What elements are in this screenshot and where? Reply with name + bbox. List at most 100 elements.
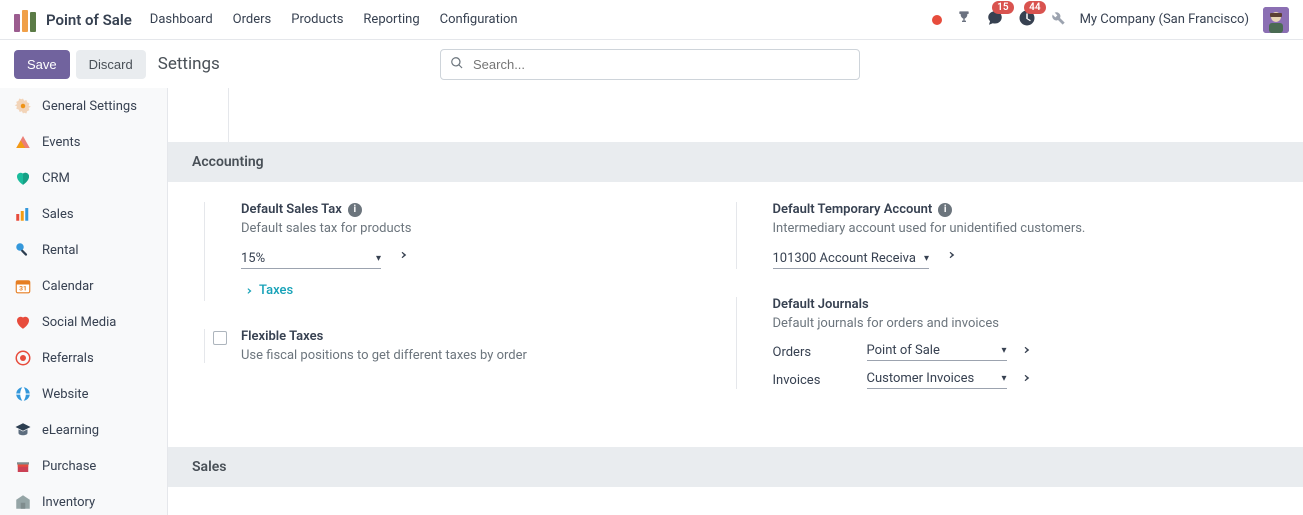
setting-title-text: Flexible Taxes — [241, 329, 323, 344]
external-link-icon[interactable] — [942, 251, 956, 266]
sidebar-item-sales[interactable]: Sales — [0, 196, 167, 232]
sidebar-item-elearning[interactable]: eLearning — [0, 412, 167, 448]
sidebar-item-social-media[interactable]: Social Media — [0, 304, 167, 340]
sidebar-item-website[interactable]: Website — [0, 376, 167, 412]
crm-icon — [14, 169, 32, 187]
section-header-accounting: Accounting — [168, 142, 1303, 182]
app-name[interactable]: Point of Sale — [46, 11, 132, 29]
caret-down-icon: ▾ — [376, 253, 381, 264]
menu-orders[interactable]: Orders — [233, 12, 272, 27]
company-selector[interactable]: My Company (San Francisco) — [1080, 12, 1249, 27]
caret-down-icon: ▾ — [1001, 345, 1006, 356]
settings-content[interactable]: Accounting Default Sales Tax i Default s… — [168, 88, 1303, 515]
info-icon[interactable]: i — [938, 203, 952, 217]
sidebar-item-events[interactable]: Events — [0, 124, 167, 160]
sidebar-item-label: Referrals — [42, 351, 94, 366]
elearning-icon — [14, 421, 32, 439]
setting-desc: Default sales tax for products — [241, 221, 716, 236]
setting-title-text: Default Sales Tax — [241, 202, 342, 217]
search-icon — [450, 56, 464, 74]
setting-desc: Intermediary account used for unidentifi… — [773, 221, 1260, 236]
tools-icon[interactable] — [1050, 10, 1066, 30]
search-container — [440, 49, 860, 80]
menu-reporting[interactable]: Reporting — [363, 12, 419, 27]
link-label: Taxes — [259, 283, 293, 298]
orders-label: Orders — [773, 345, 867, 360]
user-avatar[interactable] — [1263, 7, 1289, 33]
action-bar: Save Discard Settings — [0, 40, 1303, 88]
sidebar-item-label: Purchase — [42, 459, 96, 474]
orders-journal-select[interactable]: Point of Sale ▾ — [867, 343, 1007, 361]
invoices-label: Invoices — [773, 373, 867, 388]
sidebar-item-crm[interactable]: CRM — [0, 160, 167, 196]
sidebar-item-label: Social Media — [42, 315, 116, 330]
top-menu: Dashboard Orders Products Reporting Conf… — [150, 12, 518, 27]
default-sales-tax-select[interactable]: 15% ▾ — [241, 251, 381, 269]
referrals-icon — [14, 349, 32, 367]
messages-badge: 15 — [992, 1, 1013, 14]
select-value: Customer Invoices — [867, 371, 975, 386]
taxes-link[interactable]: Taxes — [241, 283, 293, 298]
menu-configuration[interactable]: Configuration — [440, 12, 518, 27]
sidebar-item-label: Sales — [42, 207, 74, 222]
setting-desc: Default journals for orders and invoices — [773, 316, 1260, 331]
external-link-icon[interactable] — [1017, 343, 1031, 361]
menu-products[interactable]: Products — [291, 12, 343, 27]
setting-title-text: Default Journals — [773, 297, 869, 312]
sidebar-item-label: Inventory — [42, 495, 95, 510]
default-temp-account-select[interactable]: 101300 Account Receiva ▾ — [773, 251, 929, 269]
save-button[interactable]: Save — [14, 50, 70, 79]
calendar-icon: 31 — [14, 277, 32, 295]
setting-default-journals: Default Journals Default journals for or… — [736, 297, 1280, 389]
sidebar-item-calendar[interactable]: 31 Calendar — [0, 268, 167, 304]
sidebar-item-inventory[interactable]: Inventory — [0, 484, 167, 515]
sidebar-item-label: Events — [42, 135, 80, 150]
sidebar-item-rental[interactable]: Rental — [0, 232, 167, 268]
menu-dashboard[interactable]: Dashboard — [150, 12, 213, 27]
app-logo-icon[interactable] — [14, 8, 38, 32]
sidebar-item-referrals[interactable]: Referrals — [0, 340, 167, 376]
phone-icon[interactable] — [956, 10, 972, 30]
discard-button[interactable]: Discard — [76, 50, 146, 79]
purchase-icon — [14, 457, 32, 475]
external-link-icon[interactable] — [394, 251, 408, 266]
sidebar-item-label: Website — [42, 387, 89, 402]
setting-default-temp-account: Default Temporary Account i Intermediary… — [736, 202, 1280, 269]
caret-down-icon: ▾ — [1001, 373, 1006, 384]
sidebar-item-general-settings[interactable]: General Settings — [0, 88, 167, 124]
activities-badge: 44 — [1024, 1, 1045, 14]
website-icon — [14, 385, 32, 403]
status-dot-icon[interactable] — [932, 15, 942, 25]
messages-icon[interactable]: 15 — [986, 9, 1004, 31]
top-nav-right: 15 44 My Company (San Francisco) — [932, 7, 1289, 33]
gear-icon — [14, 97, 32, 115]
inventory-icon — [14, 493, 32, 511]
social-icon — [14, 313, 32, 331]
info-icon[interactable]: i — [348, 203, 362, 217]
invoices-journal-select[interactable]: Customer Invoices ▾ — [867, 371, 1007, 389]
setting-default-sales-tax: Default Sales Tax i Default sales tax fo… — [204, 202, 736, 301]
rental-icon — [14, 241, 32, 259]
events-icon — [14, 133, 32, 151]
section-header-sales: Sales — [168, 447, 1303, 487]
sidebar-item-label: CRM — [42, 171, 70, 186]
sidebar-item-purchase[interactable]: Purchase — [0, 448, 167, 484]
sales-icon — [14, 205, 32, 223]
setting-title-text: Default Temporary Account — [773, 202, 933, 217]
search-input[interactable] — [440, 49, 860, 80]
select-value: Point of Sale — [867, 343, 940, 358]
settings-sidebar[interactable]: General Settings Events CRM Sales Rental… — [0, 88, 168, 515]
select-value: 15% — [241, 251, 265, 266]
page-title: Settings — [158, 54, 220, 74]
external-link-icon[interactable] — [1017, 371, 1031, 389]
sidebar-item-label: General Settings — [42, 99, 137, 114]
sidebar-item-label: Rental — [42, 243, 79, 258]
sidebar-item-label: Calendar — [42, 279, 94, 294]
svg-text:31: 31 — [19, 285, 27, 293]
setting-desc: Use fiscal positions to get different ta… — [241, 348, 716, 363]
sidebar-item-label: eLearning — [42, 423, 99, 438]
flexible-taxes-checkbox[interactable] — [213, 331, 227, 345]
setting-flexible-taxes: Flexible Taxes Use fiscal positions to g… — [204, 329, 736, 363]
activities-icon[interactable]: 44 — [1018, 9, 1036, 31]
caret-down-icon: ▾ — [924, 253, 929, 264]
